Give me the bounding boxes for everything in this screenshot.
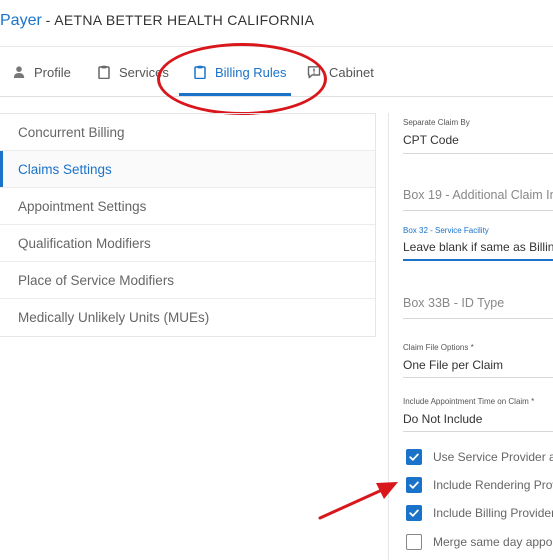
checkbox-checked-icon — [406, 477, 422, 493]
sidebar-item-qualification-modifiers[interactable]: Qualification Modifiers — [0, 225, 375, 262]
title-separator: - — [41, 12, 55, 28]
tab-label: Billing Rules — [215, 64, 287, 80]
checkbox-label: Merge same day appointments — [433, 535, 553, 549]
tab-profile[interactable]: Profile — [12, 47, 71, 97]
field-value: One File per Claim — [403, 358, 504, 372]
payer-label: Payer — [0, 12, 42, 29]
merge-same-day-appointments-checkbox[interactable]: Merge same day appointments — [406, 532, 553, 552]
include-appointment-time-select[interactable]: Include Appointment Time on Claim * Do N… — [403, 397, 553, 432]
sidebar-item-medically-unlikely-units[interactable]: Medically Unlikely Units (MUEs) — [0, 299, 375, 336]
use-service-provider-checkbox[interactable]: Use Service Provider as — [406, 447, 553, 467]
tab-label: Cabinet — [329, 64, 374, 80]
tab-services[interactable]: Services — [97, 47, 169, 97]
tab-billing-rules[interactable]: Billing Rules — [193, 47, 287, 97]
sidebar-item-appointment-settings[interactable]: Appointment Settings — [0, 188, 375, 225]
active-tab-indicator — [179, 93, 291, 96]
sidebar-item-concurrent-billing[interactable]: Concurrent Billing — [0, 114, 375, 151]
field-placeholder: Box 33B - ID Type — [403, 296, 505, 310]
checkbox-label: Include Billing Provider — [433, 506, 553, 520]
box32-service-facility-select[interactable]: Box 32 - Service Facility Leave blank if… — [403, 226, 553, 261]
include-rendering-provider-checkbox[interactable]: Include Rendering Provider — [406, 475, 553, 495]
tab-cabinet[interactable]: Cabinet — [307, 47, 374, 97]
sidebar-item-place-of-service-modifiers[interactable]: Place of Service Modifiers — [0, 262, 375, 299]
settings-sidebar: Concurrent Billing Claims Settings Appoi… — [0, 113, 376, 337]
checkbox-label: Use Service Provider as — [433, 450, 553, 464]
clipboard-icon — [193, 65, 207, 79]
field-underline — [403, 153, 553, 154]
field-label: Box 32 - Service Facility — [403, 226, 489, 235]
page-header: Payer - AETNA BETTER HEALTH CALIFORNIA — [0, 0, 553, 47]
field-underline — [403, 318, 553, 319]
payer-name: AETNA BETTER HEALTH CALIFORNIA — [54, 12, 315, 28]
checkbox-checked-icon — [406, 449, 422, 465]
content-divider — [388, 113, 389, 560]
tab-bar: Profile Services Billing Rules Cabinet — [0, 47, 553, 97]
tab-label: Services — [119, 64, 169, 80]
field-label: Claim File Options * — [403, 343, 474, 352]
sidebar-item-claims-settings[interactable]: Claims Settings — [0, 151, 375, 188]
checkbox-unchecked-icon — [406, 534, 422, 550]
page-title: Payer - AETNA BETTER HEALTH CALIFORNIA — [0, 12, 314, 30]
checkbox-label: Include Rendering Provider — [433, 478, 553, 492]
field-label: Include Appointment Time on Claim * — [403, 397, 535, 406]
person-icon — [12, 65, 26, 79]
message-icon — [307, 65, 321, 79]
checkbox-checked-icon — [406, 505, 422, 521]
field-label: Separate Claim By — [403, 118, 470, 127]
field-underline — [403, 259, 553, 261]
field-underline — [403, 377, 553, 378]
field-value: CPT Code — [403, 133, 459, 147]
claim-file-options-select[interactable]: Claim File Options * One File per Claim — [403, 343, 553, 378]
box33b-id-type-select[interactable]: Box 33B - ID Type — [403, 296, 553, 319]
box19-additional-claim-info-input[interactable]: Box 19 - Additional Claim Info — [403, 188, 553, 211]
field-underline — [403, 431, 553, 432]
field-underline — [403, 210, 553, 211]
field-value: Leave blank if same as Billing — [403, 240, 553, 254]
include-billing-provider-checkbox[interactable]: Include Billing Provider — [406, 503, 553, 523]
field-placeholder: Box 19 - Additional Claim Info — [403, 188, 553, 202]
separate-claim-by-select[interactable]: Separate Claim By CPT Code — [403, 118, 553, 154]
tab-label: Profile — [34, 64, 71, 80]
field-value: Do Not Include — [403, 412, 483, 426]
clipboard-icon — [97, 65, 111, 79]
